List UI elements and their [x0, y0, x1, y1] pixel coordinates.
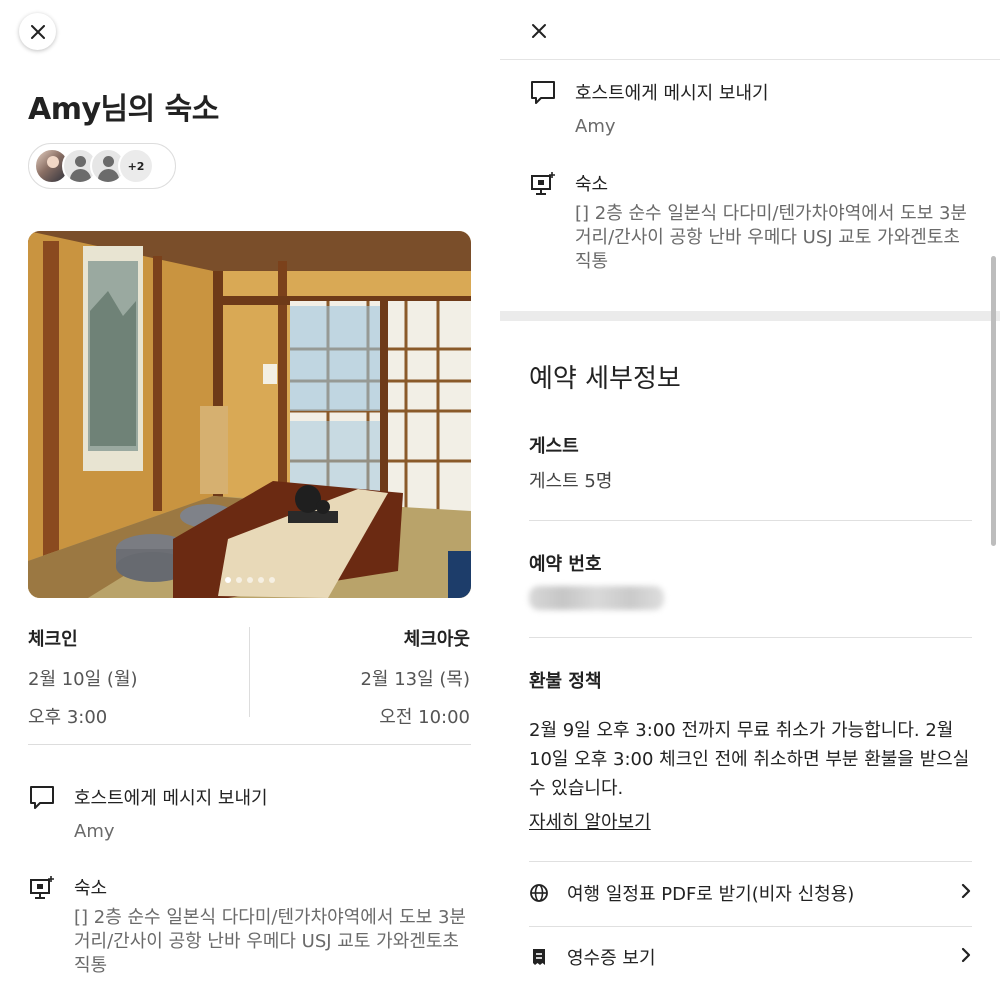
chevron-right-icon — [961, 947, 971, 963]
listing-label: 숙소 — [74, 878, 108, 899]
scrollbar[interactable] — [991, 256, 996, 546]
itinerary-pdf-label: 여행 일정표 PDF로 받기(비자 신청용) — [567, 884, 855, 905]
page-title: Amy님의 숙소 — [28, 92, 219, 127]
refund-policy-line: 2월 9일 오후 3:00 전까지 무료 취소가 가능합니다. 2월 — [529, 720, 954, 741]
refund-policy-label: 환불 정책 — [529, 671, 602, 692]
listing-row[interactable]: 숙소 [] 2층 순수 일본식 다다미/텐가차야역에서 도보 3분 거리/간사이… — [529, 170, 967, 274]
guests-value: 게스트 5명 — [529, 471, 613, 492]
listing-name-line: 거리/간사이 공항 난바 우메다 USJ 교토 가와겐토초 — [74, 931, 459, 952]
chevron-right-icon — [961, 883, 971, 899]
view-receipt-label: 영수증 보기 — [567, 948, 656, 969]
carousel-dot[interactable] — [257, 577, 264, 583]
checkin-date: 2월 10일 (월) — [28, 669, 138, 690]
listing-name-line: [] 2층 순수 일본식 다다미/텐가차야역에서 도보 3분 — [575, 203, 967, 224]
trip-detail-panel-right: 호스트에게 메시지 보내기 Amy 숙소 [] 2층 순수 일본식 다다미/텐가… — [500, 0, 1000, 991]
divider — [529, 520, 972, 521]
checkout-label: 체크아웃 — [403, 629, 470, 650]
receipt-icon — [533, 949, 545, 965]
listing-icon — [531, 172, 555, 195]
reservation-number-redacted — [529, 586, 664, 610]
chat-bubble-icon — [30, 786, 54, 809]
listing-name: [] 2층 순수 일본식 다다미/텐가차야역에서 도보 3분 거리/간사이 공항… — [575, 202, 967, 274]
globe-icon — [530, 884, 548, 902]
close-button[interactable] — [19, 13, 56, 50]
close-icon — [30, 24, 45, 39]
close-button[interactable] — [529, 21, 549, 41]
reservation-details-title: 예약 세부정보 — [529, 364, 681, 394]
host-name: Amy — [74, 821, 115, 842]
divider — [529, 926, 972, 927]
carousel-dot[interactable] — [246, 577, 253, 583]
divider — [500, 59, 1000, 60]
section-separator — [500, 311, 1000, 321]
message-host-row[interactable]: 호스트에게 메시지 보내기 Amy — [28, 784, 268, 844]
divider — [529, 861, 972, 862]
listing-name-line: [] 2층 순수 일본식 다다미/텐가차야역에서 도보 3분 — [74, 907, 466, 928]
guests-label: 게스트 — [529, 436, 579, 457]
listing-photo-carousel[interactable] — [28, 231, 471, 598]
reservation-number-label: 예약 번호 — [529, 554, 602, 575]
message-host-label: 호스트에게 메시지 보내기 — [74, 788, 268, 809]
carousel-dot[interactable] — [268, 577, 275, 583]
checkin-time: 오후 3:00 — [28, 707, 108, 728]
listing-icon — [30, 876, 54, 899]
checkin-label: 체크인 — [28, 629, 78, 650]
checkout-date: 2월 13일 (목) — [360, 669, 470, 690]
chat-bubble-icon — [531, 81, 555, 104]
carousel-dot[interactable] — [224, 577, 231, 583]
divider — [529, 637, 972, 638]
listing-label: 숙소 — [575, 174, 609, 195]
view-receipt-link[interactable]: 영수증 보기 — [529, 942, 972, 972]
message-host-row[interactable]: 호스트에게 메시지 보내기 Amy — [529, 79, 769, 139]
checkin-block: 체크인 2월 10일 (월) 오후 3:00 — [28, 625, 138, 729]
checkout-time: 오전 10:00 — [379, 707, 470, 728]
listing-name: [] 2층 순수 일본식 다다미/텐가차야역에서 도보 3분 거리/간사이 공항… — [74, 906, 466, 978]
divider — [249, 627, 250, 717]
refund-policy-text: 2월 9일 오후 3:00 전까지 무료 취소가 가능합니다. 2월 10일 오… — [529, 716, 974, 803]
listing-name-line: 직통 — [575, 251, 609, 272]
refund-policy-line: 수 있습니다. — [529, 778, 624, 799]
more-guests-count: +2 — [118, 148, 154, 184]
carousel-dot[interactable] — [235, 577, 242, 583]
listing-name-line: 거리/간사이 공항 난바 우메다 USJ 교토 가와겐토초 — [575, 227, 960, 248]
listing-row[interactable]: 숙소 [] 2층 순수 일본식 다다미/텐가차야역에서 도보 3분 거리/간사이… — [28, 874, 466, 978]
listing-photo — [28, 231, 471, 598]
divider — [28, 744, 471, 745]
carousel-indicator — [28, 577, 471, 583]
trip-detail-panel-left: Amy님의 숙소 +2 체크인 2월 10일 (월) 오후 3:00 체크아웃 … — [0, 0, 500, 991]
close-icon — [532, 24, 546, 38]
message-host-label: 호스트에게 메시지 보내기 — [575, 83, 769, 104]
itinerary-pdf-link[interactable]: 여행 일정표 PDF로 받기(비자 신청용) — [529, 878, 972, 908]
refund-policy-line: 10일 오후 3:00 체크인 전에 취소하면 부분 환불을 받으실 — [529, 749, 970, 770]
checkout-block: 체크아웃 2월 13일 (목) 오전 10:00 — [360, 625, 470, 729]
listing-name-line: 직통 — [74, 955, 108, 976]
host-name: Amy — [575, 116, 616, 137]
guest-avatars[interactable]: +2 — [28, 143, 176, 189]
learn-more-link[interactable]: 자세히 알아보기 — [529, 808, 651, 834]
